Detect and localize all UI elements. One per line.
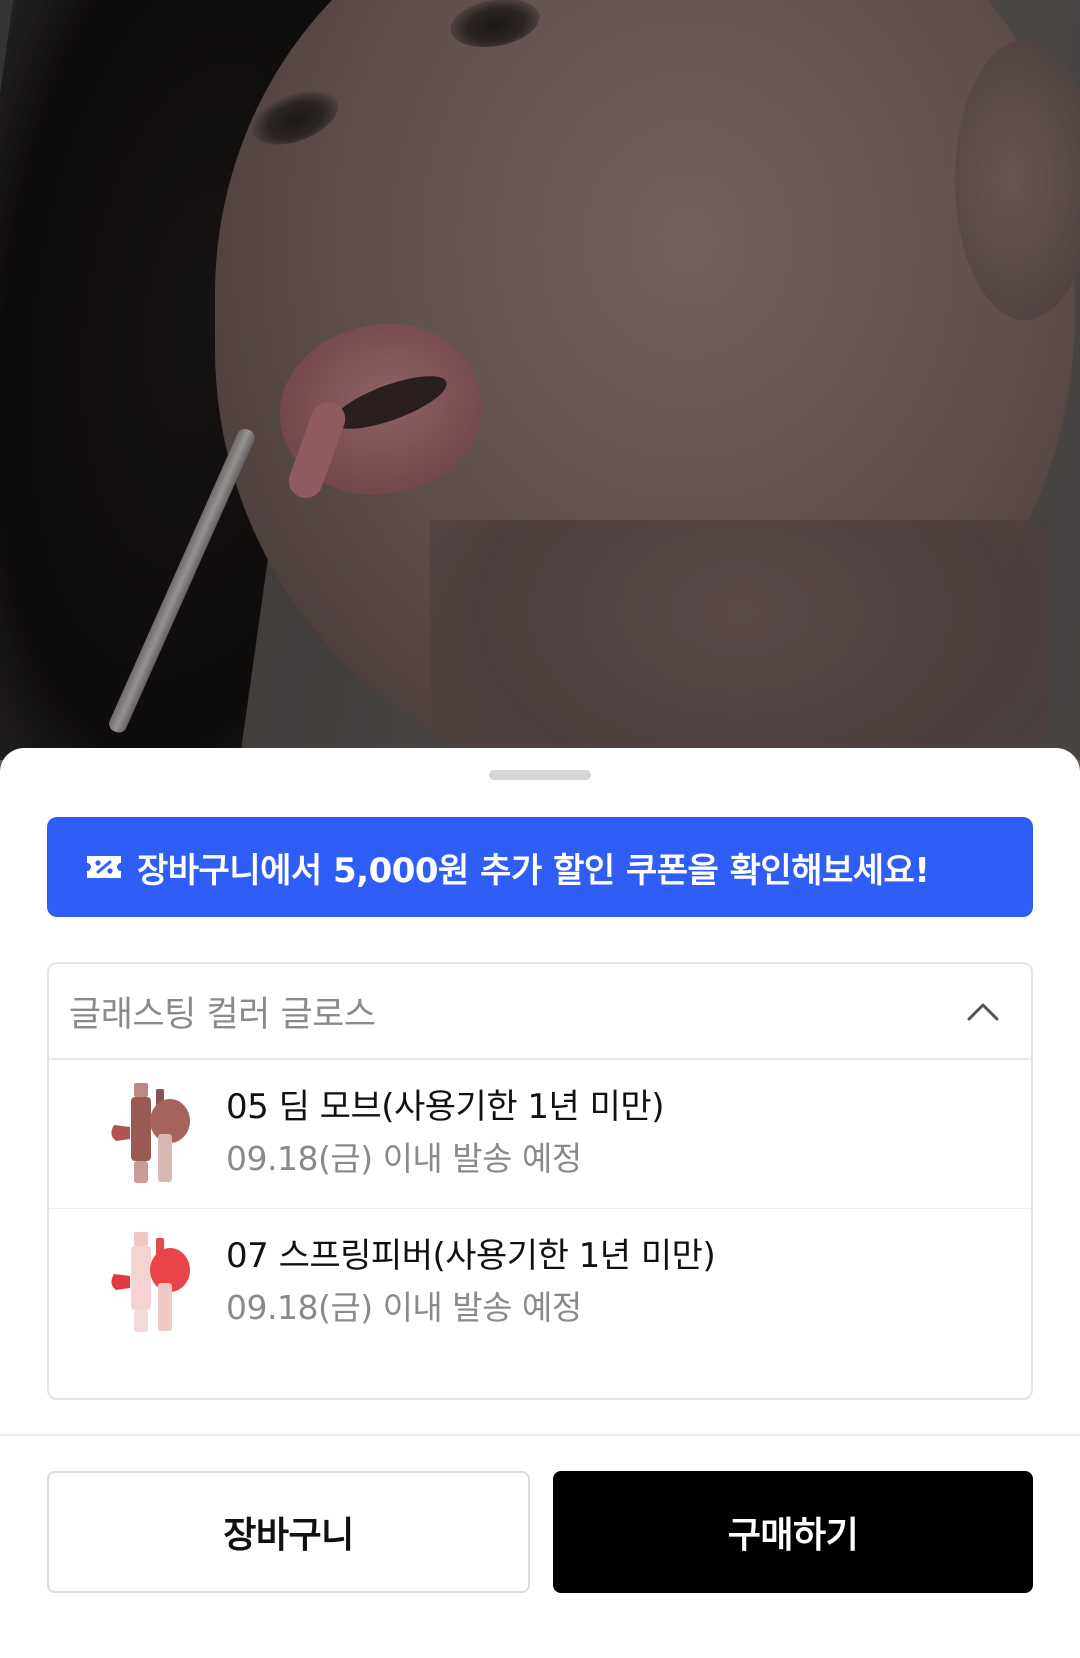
lip-gloss-thumbnail [104,1228,214,1338]
add-to-cart-button[interactable]: 장바구니 [47,1471,530,1593]
option-item-05-dim-mauve[interactable]: 05 딤 모브(사용기한 1년 미만) 09.18(금) 이내 발송 예정 [49,1060,1031,1208]
product-hero-image [0,0,1080,760]
coupon-banner-text: 장바구니에서 5,000원 추가 할인 쿠폰을 확인해보세요! [137,850,930,891]
buy-now-button[interactable]: 구매하기 [553,1471,1033,1593]
option-item-text: 05 딤 모브(사용기한 1년 미만) 09.18(금) 이내 발송 예정 [226,1084,664,1184]
sheet-drag-handle[interactable] [489,770,591,780]
purchase-bottom-sheet: 장바구니에서 5,000원 추가 할인 쿠폰을 확인해보세요! 글래스팅 컬러 … [0,748,1080,1658]
option-item-shipping: 09.18(금) 이내 발송 예정 [226,1287,582,1327]
lip-gloss-thumbnail [104,1079,214,1189]
coupon-ticket-icon [85,854,123,880]
chevron-up-icon [965,999,1001,1023]
section-divider [0,1434,1080,1436]
option-selector: 글래스팅 컬러 글로스 05 딤 모브(사용기한 1년 미만) 09.18(금)… [47,962,1033,1400]
option-item-text: 07 스프링피버(사용기한 1년 미만) 09.18(금) 이내 발송 예정 [226,1233,716,1333]
option-item-shipping: 09.18(금) 이내 발송 예정 [226,1139,582,1178]
option-item-07-spring-fever[interactable]: 07 스프링피버(사용기한 1년 미만) 09.18(금) 이내 발송 예정 [49,1208,1031,1356]
sheet-backdrop-overlay[interactable] [0,0,1080,760]
option-selector-title: 글래스팅 컬러 글로스 [69,994,376,1035]
option-item-name: 05 딤 모브(사용기한 1년 미만) [226,1087,664,1127]
coupon-banner[interactable]: 장바구니에서 5,000원 추가 할인 쿠폰을 확인해보세요! [47,817,1033,917]
option-item-name: 07 스프링피버(사용기한 1년 미만) [226,1235,716,1276]
option-selector-header[interactable]: 글래스팅 컬러 글로스 [49,964,1031,1060]
